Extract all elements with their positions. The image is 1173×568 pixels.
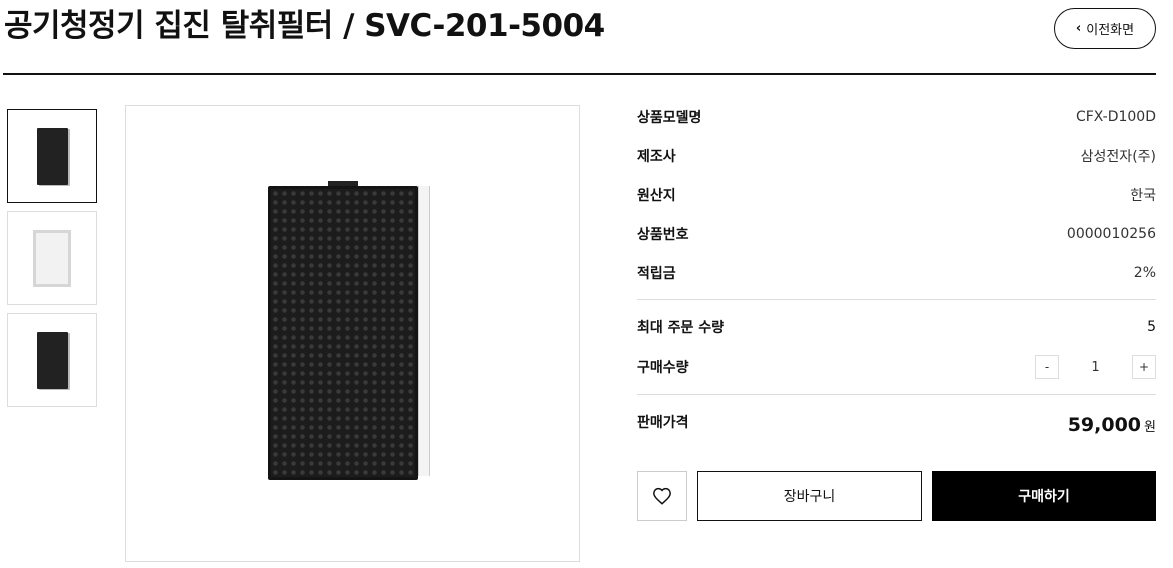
thumbnail-2[interactable] xyxy=(7,211,97,305)
thumbnail-list xyxy=(7,109,97,415)
filter-white-layer xyxy=(418,186,430,476)
thumbnail-image xyxy=(36,331,68,389)
decrease-button[interactable]: - xyxy=(1035,355,1059,379)
filter-tab xyxy=(328,181,358,186)
price-unit: 원 xyxy=(1144,420,1156,435)
purchase-actions: 장바구니 구매하기 xyxy=(637,471,1156,521)
section-divider xyxy=(637,299,1156,300)
spec-value: 0000010256 xyxy=(1066,225,1156,242)
max-order-value: 5 xyxy=(1147,319,1156,335)
spec-label: 상품번호 xyxy=(637,226,689,243)
price-row: 판매가격 59,000 원 xyxy=(637,407,1156,436)
max-order-label: 최대 주문 수량 xyxy=(637,320,725,336)
price-value: 59,000 원 xyxy=(1068,414,1156,436)
add-to-cart-button[interactable]: 장바구니 xyxy=(697,471,922,521)
price-amount: 59,000 xyxy=(1067,414,1142,436)
back-button[interactable]: ‹ 이전화면 xyxy=(1054,8,1156,49)
quantity-input[interactable]: 1 xyxy=(1059,360,1132,375)
spec-label: 제조사 xyxy=(637,148,676,165)
spec-row-model: 상품모델명 CFX-D100D xyxy=(637,97,1156,136)
quantity-stepper: - 1 + xyxy=(1035,355,1156,379)
filter-carbon-layer xyxy=(268,186,418,480)
quantity-row: 구매수량 - 1 + xyxy=(637,347,1156,387)
spec-label: 원산지 xyxy=(637,187,676,204)
chevron-left-icon: ‹ xyxy=(1075,21,1082,36)
spec-row-manufacturer: 제조사 삼성전자(주) xyxy=(637,136,1156,175)
header-divider xyxy=(3,73,1156,75)
price-label: 판매가격 xyxy=(637,415,689,431)
page-title: 공기청정기 집진 탈취필터 / SVC-201-5004 xyxy=(4,8,605,44)
max-order-row: 최대 주문 수량 5 xyxy=(637,307,1156,347)
main-product-image xyxy=(125,105,580,562)
spec-row-points: 적립금 2% xyxy=(637,253,1156,292)
increase-button[interactable]: + xyxy=(1132,355,1156,379)
spec-row-product-number: 상품번호 0000010256 xyxy=(637,214,1156,253)
spec-value: CFX-D100D xyxy=(1075,108,1156,125)
thumbnail-image xyxy=(33,229,71,287)
spec-row-origin: 원산지 한국 xyxy=(637,175,1156,214)
spec-value: 2% xyxy=(1133,264,1156,281)
spec-label: 적립금 xyxy=(637,265,676,282)
buy-now-button[interactable]: 구매하기 xyxy=(932,471,1156,521)
thumbnail-1[interactable] xyxy=(7,109,97,203)
filter-illustration xyxy=(268,181,430,480)
heart-icon xyxy=(653,487,671,505)
quantity-label: 구매수량 xyxy=(637,360,689,376)
thumbnail-image xyxy=(36,127,68,185)
spec-label: 상품모델명 xyxy=(637,109,702,126)
back-button-label: 이전화면 xyxy=(1086,23,1135,38)
thumbnail-3[interactable] xyxy=(7,313,97,407)
spec-value: 한국 xyxy=(1130,187,1156,204)
quantity-section: 최대 주문 수량 5 구매수량 - 1 + xyxy=(637,307,1156,387)
spec-list: 상품모델명 CFX-D100D 제조사 삼성전자(주) 원산지 한국 상품번호 … xyxy=(637,97,1156,292)
spec-value: 삼성전자(주) xyxy=(1080,148,1156,165)
wishlist-button[interactable] xyxy=(637,471,687,521)
section-divider xyxy=(637,394,1156,395)
